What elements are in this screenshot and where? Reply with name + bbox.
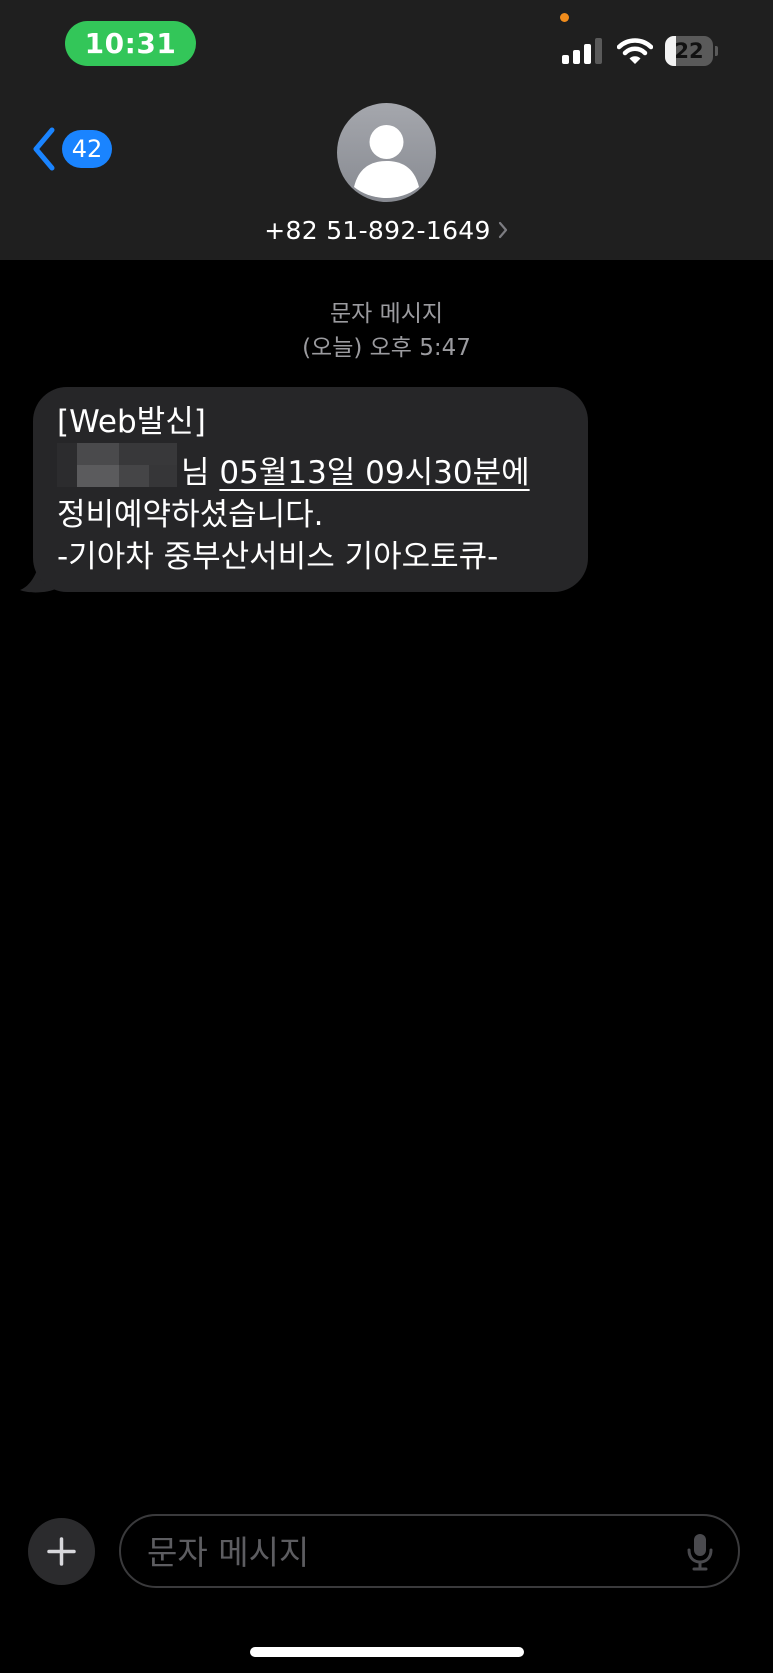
message-timestamp: (오늘) 오후 5:47 (302, 335, 471, 361)
battery-tip (715, 46, 718, 56)
date-link[interactable]: 05월13일 09시30분에 (219, 455, 529, 491)
add-attachment-button[interactable] (28, 1518, 95, 1585)
person-silhouette-icon (337, 103, 436, 202)
contact-avatar[interactable] (337, 103, 436, 202)
message-line-2: 님 05월13일 09시30분에 (57, 443, 568, 494)
service-label: 문자 메시지 (329, 301, 444, 327)
home-indicator[interactable] (250, 1647, 524, 1657)
battery-icon: 22 (665, 36, 718, 66)
status-time: 10:31 (84, 27, 177, 60)
message-line-1: [Web발신] (57, 404, 206, 440)
battery-shell: 22 (665, 36, 713, 66)
wifi-icon (617, 38, 653, 64)
message-name-suffix: 님 (181, 455, 210, 491)
contact-info-row[interactable]: +82 51-892-1649 (0, 210, 773, 250)
cellular-signal-icon (562, 38, 602, 64)
status-time-pill[interactable]: 10:31 (65, 21, 196, 66)
message-input[interactable] (145, 1524, 669, 1580)
message-bubble[interactable]: [Web발신] 님 05월13일 09시30분에 정비예약하셨습니다. -기아차… (33, 387, 588, 592)
message-line-3: 정비예약하셨습니다. (57, 497, 324, 533)
chevron-right-icon (498, 221, 507, 239)
message-input-container[interactable] (119, 1514, 740, 1588)
battery-level: 22 (674, 39, 704, 63)
redacted-name (57, 443, 177, 487)
plus-icon (47, 1537, 76, 1566)
message-line-4: -기아차 중부산서비스 기아오토큐- (57, 539, 499, 575)
microphone-icon[interactable] (687, 1533, 713, 1571)
privacy-indicator-dot (560, 13, 569, 22)
back-button[interactable]: 42 (30, 126, 120, 172)
contact-number: +82 51-892-1649 (264, 215, 491, 245)
unread-count-badge: 42 (62, 130, 112, 168)
chevron-left-icon (33, 127, 55, 171)
